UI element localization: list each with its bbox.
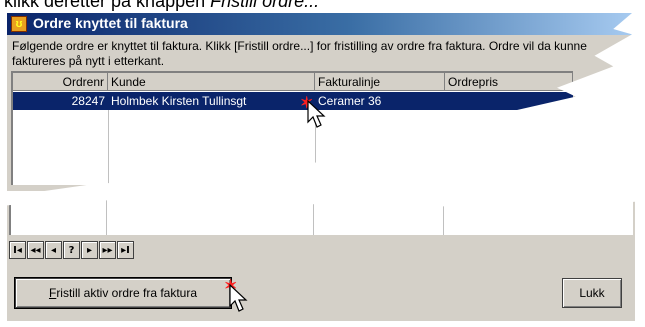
column-header-ordrenr[interactable]: Ordrenr [13, 73, 108, 91]
grid-divider [313, 198, 314, 235]
grid-divider [443, 198, 444, 235]
mouse-cursor-icon [307, 100, 326, 128]
nav-last-button[interactable]: ▸I [117, 241, 134, 259]
nav-first-button[interactable]: I◂ [9, 241, 26, 259]
title-bar: ʊ Ordre knyttet til faktura [7, 13, 632, 35]
close-button[interactable]: Lukk [562, 278, 622, 308]
caption-emphasis: Fristill ordre... [210, 0, 320, 11]
info-text: Følgende ordre er knyttet til faktura. K… [12, 39, 587, 68]
app-icon: ʊ [11, 16, 27, 32]
caption-text: klikk deretter på knappen Fristill ordre… [4, 0, 319, 11]
cell-ordrenr[interactable]: 28247 [13, 92, 108, 110]
cell-fakturalinje[interactable]: Ceramer 36 [315, 92, 445, 110]
dialog-bottom-fragment: I◂ ◂◂ ◂ ? ▸ ▸▸ ▸I Fristill aktiv ordre f… [7, 198, 635, 321]
column-header-kunde[interactable]: Kunde [108, 73, 315, 91]
release-label: ristill aktiv ordre fra faktura [56, 286, 198, 300]
cell-kunde[interactable]: Holmbek Kirsten Tullinsgt [108, 92, 315, 110]
dialog-top-fragment: ʊ Ordre knyttet til faktura Følgende ord… [7, 13, 632, 191]
window-title: Ordre knyttet til faktura [33, 15, 188, 31]
mouse-cursor-icon [229, 284, 248, 312]
orders-grid[interactable]: Ordrenr Kunde Fakturalinje Ordrepris 282… [11, 71, 573, 190]
column-header-fakturalinje[interactable]: Fakturalinje [315, 73, 445, 91]
nav-help-button[interactable]: ? [63, 241, 80, 259]
nav-previous-button[interactable]: ◂ [45, 241, 62, 259]
record-navigator: I◂ ◂◂ ◂ ? ▸ ▸▸ ▸I [9, 241, 135, 261]
grid-divider [106, 198, 107, 235]
orders-grid-continued[interactable] [9, 198, 633, 235]
caption-lead: klikk deretter på knappen [4, 0, 211, 11]
column-header-ordrepris[interactable]: Ordrepris [445, 73, 573, 91]
nav-prior-page-button[interactable]: ◂◂ [27, 241, 44, 259]
nav-next-page-button[interactable]: ▸▸ [99, 241, 116, 259]
release-order-button[interactable]: Fristill aktiv ordre fra faktura [14, 277, 232, 309]
nav-next-button[interactable]: ▸ [81, 241, 98, 259]
grid-divider [108, 110, 109, 190]
